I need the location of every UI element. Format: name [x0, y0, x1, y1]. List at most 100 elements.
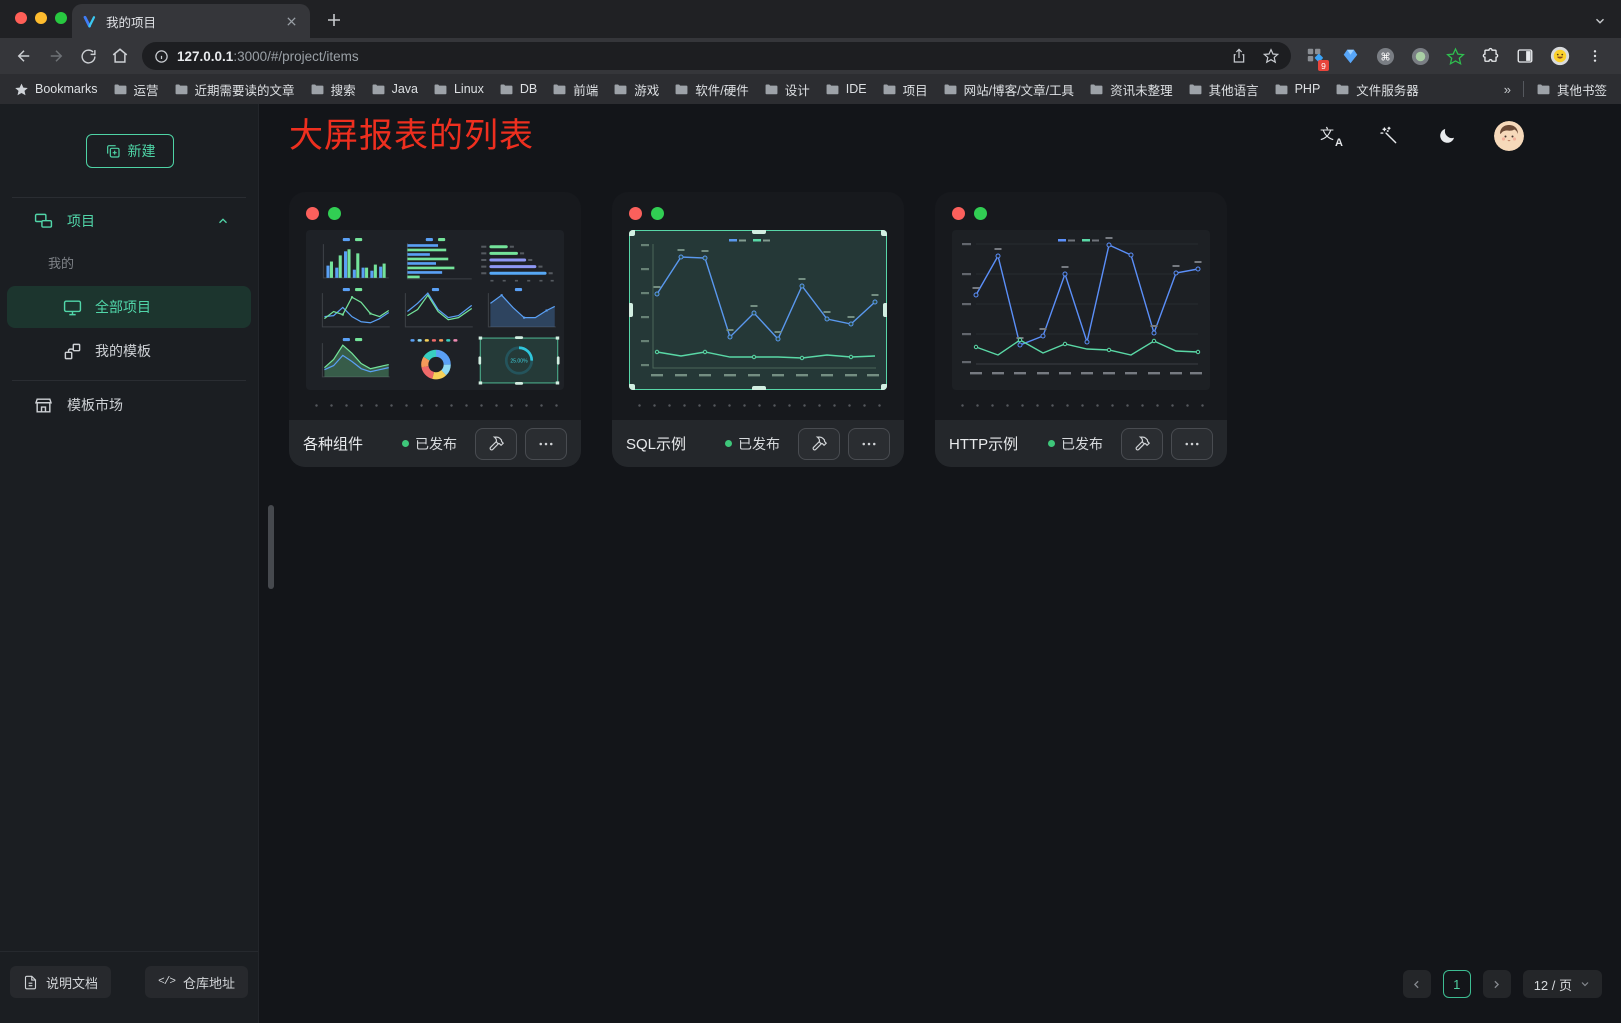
selection-handle[interactable] — [752, 230, 766, 234]
more-options-button[interactable] — [525, 428, 567, 460]
status-dot — [402, 440, 409, 447]
side-panel-icon[interactable] — [1515, 46, 1535, 66]
bookmark-folder[interactable]: PHP — [1274, 80, 1321, 99]
ext-gem-extension-icon[interactable] — [1340, 46, 1360, 66]
selection-handle[interactable] — [752, 386, 766, 390]
project-thumbnail-multi-charts: 25.00% — [306, 230, 564, 390]
bookmark-folder[interactable]: 搜索 — [310, 80, 356, 99]
sidebar-section-project[interactable]: 项目 — [0, 198, 258, 244]
more-options-button[interactable] — [848, 428, 890, 460]
app-root: 新建 项目 我的 全部项目 我的模板 — [0, 104, 1621, 1023]
new-project-button[interactable]: 新建 — [86, 134, 174, 168]
user-avatar[interactable] — [1494, 121, 1524, 151]
ext-star-extension-icon[interactable] — [1445, 46, 1465, 66]
edit-project-button[interactable] — [798, 428, 840, 460]
magic-wand-icon[interactable] — [1378, 125, 1400, 147]
prev-page-button[interactable] — [1403, 970, 1431, 998]
dark-mode-moon-icon[interactable] — [1436, 125, 1458, 147]
bookmark-star-icon[interactable] — [1263, 48, 1279, 64]
thumbnail-area-chart-blue — [478, 286, 560, 335]
profile-avatar-icon[interactable] — [1550, 46, 1570, 66]
address-bar[interactable]: 127.0.0.1:3000/#/project/items — [142, 42, 1291, 70]
sidebar-footer: 说明文档 </> 仓库地址 — [0, 951, 258, 1023]
scrollbar-thumb[interactable] — [268, 505, 274, 589]
browser-menu-icon[interactable] — [1585, 46, 1605, 66]
page-size-select[interactable]: 12 / 页 — [1523, 970, 1602, 998]
ext-grid-extension-icon[interactable]: 9 — [1305, 46, 1325, 66]
docs-button[interactable]: 说明文档 — [10, 966, 111, 998]
edit-project-button[interactable] — [1121, 428, 1163, 460]
sidebar-item-all-projects[interactable]: 全部项目 — [7, 286, 251, 328]
bookmark-folder[interactable]: 其他语言 — [1188, 80, 1259, 99]
folder-icon — [1188, 82, 1203, 97]
sidebar-item-my-templates[interactable]: 我的模板 — [7, 330, 251, 372]
selection-handle[interactable] — [881, 384, 887, 390]
bookmark-folder[interactable]: 项目 — [882, 80, 928, 99]
current-page-button[interactable]: 1 — [1443, 970, 1471, 998]
bookmark-folder[interactable]: 前端 — [552, 80, 598, 99]
folder-icon — [1335, 82, 1350, 97]
project-card[interactable]: SQL示例 已发布 — [612, 192, 904, 467]
thumbnail-area-chart-green — [312, 336, 394, 385]
document-icon — [23, 975, 38, 990]
status-dot — [1048, 440, 1055, 447]
bookmark-folder[interactable]: 运营 — [113, 80, 159, 99]
project-card-list: 25.00% 各种组件 已发布 — [289, 192, 1621, 467]
ext-command-extension-icon[interactable]: ⌘ — [1375, 46, 1395, 66]
other-bookmarks[interactable]: 其他书签 — [1536, 80, 1607, 99]
new-tab-button[interactable] — [320, 6, 348, 34]
edit-project-button[interactable] — [475, 428, 517, 460]
selection-handle[interactable] — [629, 303, 633, 317]
home-button[interactable] — [106, 42, 134, 70]
browser-tab[interactable]: 我的项目 — [72, 4, 310, 38]
repo-button[interactable]: </> 仓库地址 — [145, 966, 248, 998]
thumbnail-horizontal-bar-chart — [395, 236, 477, 285]
bookmark-folder[interactable]: 近期需要读的文章 — [174, 80, 295, 99]
selection-handle[interactable] — [881, 230, 887, 236]
chevron-down-icon — [1579, 978, 1591, 990]
bookmark-folder[interactable]: Linux — [433, 80, 484, 99]
bookmark-folder[interactable]: Java — [371, 80, 418, 99]
project-card[interactable]: 25.00% 各种组件 已发布 — [289, 192, 581, 467]
selection-handle[interactable] — [629, 384, 635, 390]
tab-search-chevron-icon[interactable] — [1593, 14, 1607, 28]
ext-record-extension-icon[interactable] — [1410, 46, 1430, 66]
bookmark-folder[interactable]: 软件/硬件 — [674, 80, 748, 99]
sidebar-item-template-market[interactable]: 模板市场 — [0, 381, 258, 429]
bookmark-folder[interactable]: 设计 — [764, 80, 810, 99]
reload-button[interactable] — [74, 42, 102, 70]
folder-icon — [825, 82, 840, 97]
bookmark-folder[interactable]: 文件服务器 — [1335, 80, 1419, 99]
bookmark-folder[interactable]: DB — [499, 80, 537, 99]
selection-handle[interactable] — [883, 303, 887, 317]
more-options-button[interactable] — [1171, 428, 1213, 460]
screens-icon — [34, 212, 53, 231]
site-info-icon[interactable] — [154, 49, 169, 64]
back-button[interactable] — [10, 42, 38, 70]
language-icon[interactable]: 文A — [1320, 125, 1342, 147]
share-icon[interactable] — [1231, 48, 1247, 64]
bookmark-folder[interactable]: 网站/博客/文章/工具 — [943, 80, 1074, 99]
window-minimize-button[interactable] — [35, 12, 47, 24]
bookmark-folder[interactable]: IDE — [825, 80, 867, 99]
folder-icon — [174, 82, 189, 97]
window-zoom-button[interactable] — [55, 12, 67, 24]
window-close-button[interactable] — [15, 12, 27, 24]
status-dot — [725, 440, 732, 447]
forward-button[interactable] — [42, 42, 70, 70]
folder-icon — [674, 82, 689, 97]
line-chart — [952, 230, 1210, 390]
selection-overlay — [629, 230, 887, 390]
status-badge: 已发布 — [402, 434, 457, 454]
bookmark-folder[interactable]: 游戏 — [613, 80, 659, 99]
selection-handle[interactable] — [629, 230, 635, 236]
extensions-puzzle-icon[interactable] — [1480, 46, 1500, 66]
bookmarks-overflow-chevron[interactable]: » — [1504, 82, 1511, 97]
next-page-button[interactable] — [1483, 970, 1511, 998]
bookmark-folder[interactable]: 资讯未整理 — [1089, 80, 1173, 99]
tab-close-icon[interactable] — [282, 12, 300, 30]
bookmarks-root[interactable]: Bookmarks — [14, 82, 98, 97]
card-name: SQL示例 — [626, 433, 725, 454]
code-icon: </> — [158, 976, 175, 988]
project-card[interactable]: HTTP示例 已发布 — [935, 192, 1227, 467]
